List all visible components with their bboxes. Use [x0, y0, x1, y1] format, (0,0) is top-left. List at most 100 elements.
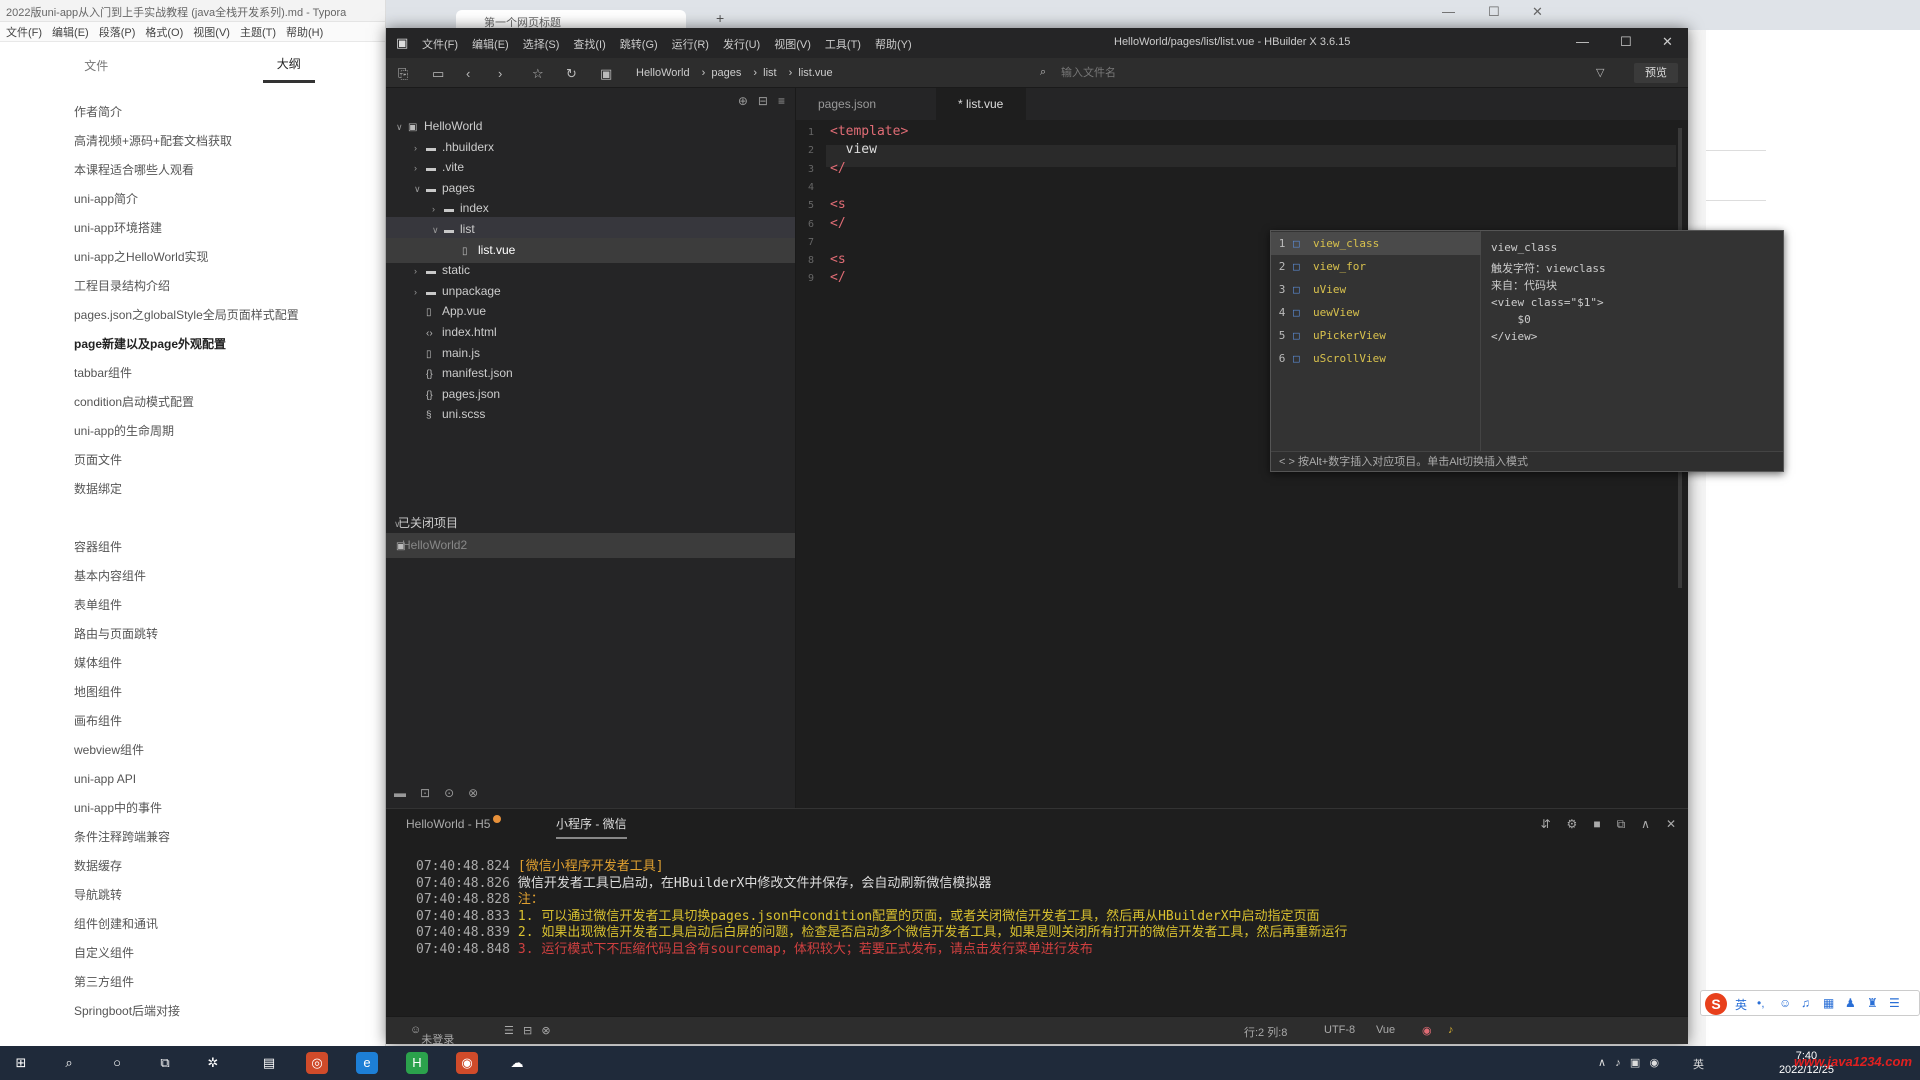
outline-item[interactable]: 数据绑定	[74, 475, 385, 504]
outline-item[interactable]: 组件创建和通讯	[74, 910, 385, 939]
close-icon[interactable]: ✕	[1532, 4, 1543, 20]
typora-menu-item[interactable]: 格式(O)	[145, 24, 183, 39]
typora-tab-outline[interactable]: 大纲	[262, 47, 315, 83]
menu-item[interactable]: 视图(V)	[774, 36, 811, 52]
outline-item[interactable]: uni-app中的事件	[74, 794, 385, 823]
outline-item[interactable]: 表单组件	[74, 591, 385, 620]
code-line[interactable]: </	[830, 216, 846, 231]
search-icon[interactable]: ⌕	[58, 1052, 80, 1074]
autocomplete-item[interactable]: 3 □ uView	[1271, 278, 1481, 301]
closed-project-item[interactable]: ▣HelloWorld2	[386, 533, 795, 558]
menu-item[interactable]: 帮助(Y)	[875, 36, 912, 52]
locate-icon[interactable]: ⊕	[738, 94, 748, 108]
outline-item[interactable]: condition启动模式配置	[74, 388, 385, 417]
outline-item[interactable]: 路由与页面跳转	[74, 620, 385, 649]
folder-icon[interactable]: ▬	[394, 786, 406, 800]
outline-item[interactable]: 画布组件	[74, 707, 385, 736]
breadcrumb-item[interactable]: list	[763, 67, 776, 79]
wechat-icon[interactable]: ☁	[506, 1052, 528, 1074]
close-panel-icon[interactable]: ✕	[1666, 817, 1676, 832]
autocomplete-item[interactable]: 5 □ uPickerView	[1271, 324, 1481, 347]
menu-item[interactable]: 文件(F)	[422, 36, 458, 52]
file-explorer-icon[interactable]: ▤	[258, 1052, 280, 1074]
status-tools[interactable]: ☰ ⊟ ⊗	[504, 1024, 551, 1037]
breadcrumb-item[interactable]: HelloWorld	[636, 67, 690, 79]
typora-menu-item[interactable]: 帮助(H)	[286, 24, 323, 39]
outline-item[interactable]: 页面文件	[74, 446, 385, 475]
edge-icon[interactable]: e	[356, 1052, 378, 1074]
ime-emoji-icon[interactable]: ☺	[1779, 996, 1791, 1010]
breadcrumb-item[interactable]: pages	[711, 67, 741, 79]
task-view-icon[interactable]: ⧉	[154, 1052, 176, 1074]
typora-menu-item[interactable]: 文件(F)	[6, 24, 42, 39]
outline-item[interactable]: 高清视频+源码+配套文档获取	[74, 127, 385, 156]
console-tab-weixin[interactable]: 小程序 - 微信	[556, 809, 627, 839]
cortana-icon[interactable]: ○	[106, 1052, 128, 1074]
notification-icon[interactable]: ◉	[1422, 1024, 1432, 1037]
ime-menu-icon[interactable]: ☰	[1889, 996, 1900, 1010]
outline-item[interactable]: 作者简介	[74, 98, 385, 127]
preview-button[interactable]: 预览	[1634, 63, 1678, 83]
minimize-icon[interactable]: —	[1442, 4, 1455, 19]
link-icon[interactable]: ⊗	[468, 786, 478, 800]
back-icon[interactable]: ‹	[466, 66, 470, 81]
outline-item[interactable]: Springboot后端对接	[74, 997, 385, 1026]
ime-mic-icon[interactable]: ♫	[1801, 996, 1810, 1010]
menu-icon[interactable]: ≡	[778, 94, 785, 108]
outline-item[interactable]: uni-app API	[74, 765, 385, 794]
outline-item[interactable]: 导航跳转	[74, 881, 385, 910]
stop-icon[interactable]: ■	[1593, 817, 1600, 832]
code-editor[interactable]: pages.json * list.vue 1 <template> 2 view 3…	[796, 88, 1784, 808]
typora-menu-item[interactable]: 视图(V)	[193, 24, 230, 39]
bell-icon[interactable]: ♪	[1448, 1024, 1454, 1036]
autocomplete-item[interactable]: 1 □ view_class	[1271, 232, 1481, 255]
sogou-ime-icon[interactable]: S	[1705, 993, 1727, 1015]
chrome-icon[interactable]: ◎	[306, 1052, 328, 1074]
autocomplete-item[interactable]: 4 □ uewView	[1271, 301, 1481, 324]
menu-item[interactable]: 编辑(E)	[472, 36, 509, 52]
outline-item[interactable]: tabbar组件	[74, 359, 385, 388]
tray-icons[interactable]: ∧ ♪ ▣ ◉	[1598, 1056, 1659, 1069]
typora-menu-item[interactable]: 主题(T)	[240, 24, 276, 39]
ime-lang-icon[interactable]: 英	[1735, 996, 1747, 1013]
cursor-position[interactable]: 行:2 列:8	[1244, 1024, 1287, 1040]
outline-item[interactable]: 本课程适合哪些人观看	[74, 156, 385, 185]
search-icon[interactable]: ⊙	[444, 786, 454, 800]
save-icon[interactable]: ▭	[432, 66, 444, 82]
breadcrumb-item[interactable]: list.vue	[798, 67, 832, 79]
close-icon[interactable]: ✕	[1662, 34, 1673, 50]
trash-icon[interactable]: ⊡	[420, 786, 430, 800]
typora-menu-item[interactable]: 段落(P)	[99, 24, 136, 39]
tray-lang[interactable]: 英	[1693, 1056, 1704, 1072]
outline-item[interactable]: page新建以及page外观配置	[74, 330, 385, 359]
outline-item[interactable]: 自定义组件	[74, 939, 385, 968]
ime-user-icon[interactable]: ♟	[1845, 996, 1856, 1010]
outline-item[interactable]: pages.json之globalStyle全局页面样式配置	[74, 301, 385, 330]
chevron-up-icon[interactable]: ∧	[1641, 817, 1650, 832]
login-status[interactable]: ☺ 未登录	[410, 1024, 454, 1046]
outline-item[interactable]: webview组件	[74, 736, 385, 765]
menu-item[interactable]: 查找(I)	[573, 36, 605, 52]
tab-pages-json[interactable]: pages.json	[796, 88, 936, 120]
code-line[interactable]: view	[830, 142, 877, 157]
outline-item[interactable]: 第三方组件	[74, 968, 385, 997]
outline-item[interactable]: 工程目录结构介绍	[74, 272, 385, 301]
outline-item[interactable]: uni-app之HelloWorld实现	[74, 243, 385, 272]
outline-item[interactable]: 地图组件	[74, 678, 385, 707]
collapse-icon[interactable]: ⊟	[758, 94, 768, 108]
windows-start-icon[interactable]: ⊞	[10, 1052, 32, 1074]
ime-punct-icon[interactable]: •,	[1757, 996, 1765, 1010]
settings-icon[interactable]: ⚙	[1567, 817, 1578, 832]
tree-item[interactable]: § uni.scss	[386, 402, 795, 427]
outline-item[interactable]: 基本内容组件	[74, 562, 385, 591]
outline-item[interactable]: uni-app简介	[74, 185, 385, 214]
code-line[interactable]: <s	[830, 252, 846, 267]
outline-item[interactable]: 容器组件	[74, 533, 385, 562]
filter-icon[interactable]: ▽	[1596, 66, 1604, 79]
language-mode[interactable]: Vue	[1376, 1024, 1395, 1036]
code-line[interactable]: <template>	[830, 124, 908, 139]
forward-icon[interactable]: ›	[498, 66, 502, 81]
encoding[interactable]: UTF-8	[1324, 1024, 1355, 1036]
outline-item[interactable]: 条件注释跨端兼容	[74, 823, 385, 852]
app-icon[interactable]: ✲	[202, 1052, 224, 1074]
